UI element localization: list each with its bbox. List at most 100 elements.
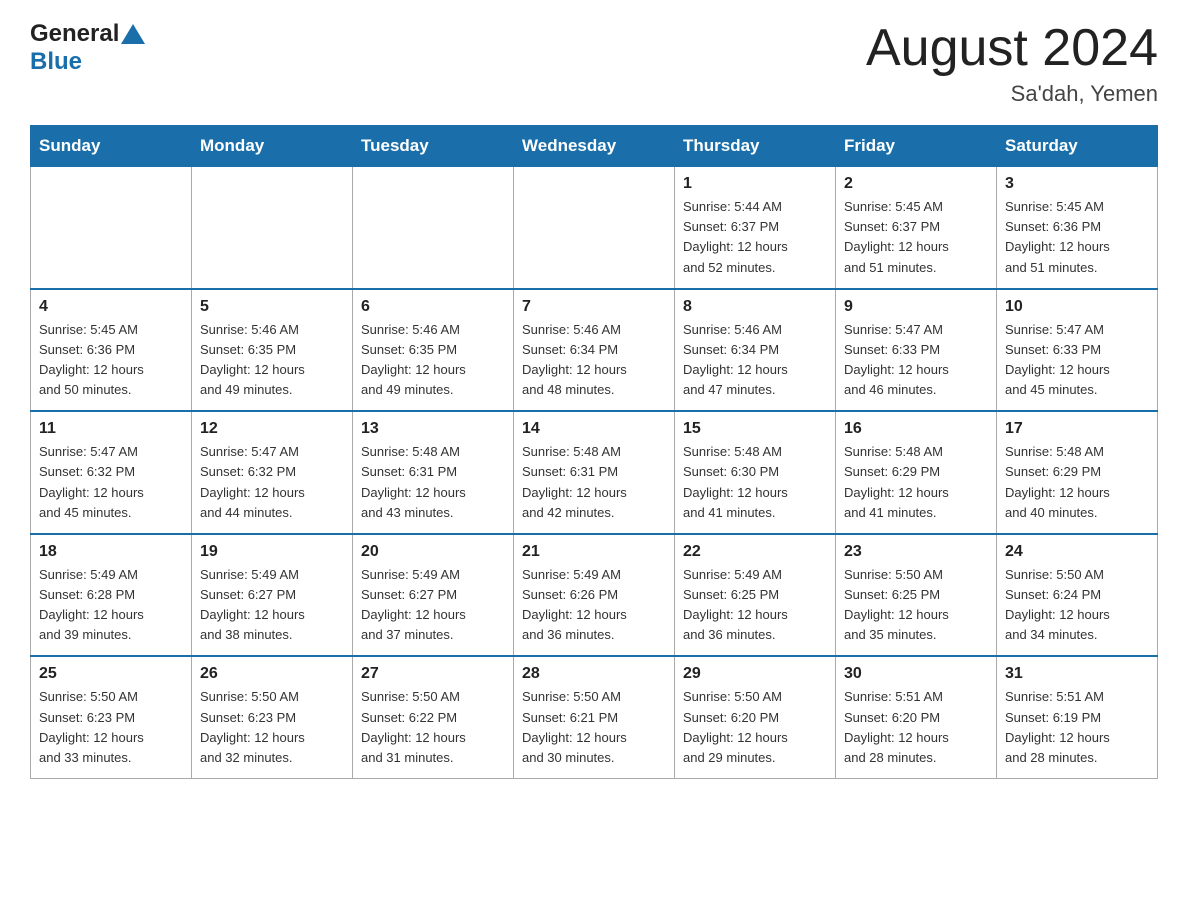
calendar-cell: 27 Sunrise: 5:50 AMSunset: 6:22 PMDayligh… xyxy=(353,656,514,778)
weekday-header-saturday: Saturday xyxy=(997,126,1158,167)
calendar-cell: 21Sunrise: 5:49 AMSunset: 6:26 PMDayligh… xyxy=(514,534,675,657)
day-number: 8 xyxy=(683,298,827,316)
day-number: 25 xyxy=(39,665,183,683)
day-number: 27 xyxy=(361,665,505,683)
day-number: 14 xyxy=(522,420,666,438)
day-info: Sunrise: 5:45 AMSunset: 6:37 PMDaylight:… xyxy=(844,197,988,278)
day-number: 20 xyxy=(361,543,505,561)
logo-blue-text: Blue xyxy=(30,48,82,76)
weekday-header-wednesday: Wednesday xyxy=(514,126,675,167)
day-info: Sunrise: 5:51 AMSunset: 6:19 PMDaylight:… xyxy=(1005,687,1149,768)
calendar-cell xyxy=(31,167,192,289)
calendar-cell: 2 Sunrise: 5:45 AMSunset: 6:37 PMDaylight… xyxy=(836,167,997,289)
calendar-cell: 26Sunrise: 5:50 AMSunset: 6:23 PMDayligh… xyxy=(192,656,353,778)
day-number: 6 xyxy=(361,298,505,316)
calendar-cell: 6 Sunrise: 5:46 AMSunset: 6:35 PMDaylight… xyxy=(353,289,514,412)
calendar-cell: 4Sunrise: 5:45 AMSunset: 6:36 PMDaylight… xyxy=(31,289,192,412)
day-number: 2 xyxy=(844,175,988,193)
day-info: Sunrise: 5:46 AMSunset: 6:34 PMDaylight:… xyxy=(683,320,827,401)
weekday-header-sunday: Sunday xyxy=(31,126,192,167)
day-info: Sunrise: 5:49 AMSunset: 6:28 PMDaylight:… xyxy=(39,565,183,646)
day-number: 31 xyxy=(1005,665,1149,683)
day-number: 23 xyxy=(844,543,988,561)
calendar-cell: 23 Sunrise: 5:50 AMSunset: 6:25 PMDayligh… xyxy=(836,534,997,657)
calendar-cell: 15Sunrise: 5:48 AMSunset: 6:30 PMDayligh… xyxy=(675,411,836,534)
day-number: 26 xyxy=(200,665,344,683)
day-info: Sunrise: 5:50 AMSunset: 6:21 PMDaylight:… xyxy=(522,687,666,768)
logo-general-text: General xyxy=(30,20,119,48)
logo: General Blue xyxy=(30,20,147,76)
calendar-cell: 18Sunrise: 5:49 AMSunset: 6:28 PMDayligh… xyxy=(31,534,192,657)
page-header: General Blue August 2024 Sa'dah, Yemen xyxy=(30,20,1158,107)
calendar-cell: 3 Sunrise: 5:45 AMSunset: 6:36 PMDaylight… xyxy=(997,167,1158,289)
day-info: Sunrise: 5:50 AMSunset: 6:25 PMDaylight:… xyxy=(844,565,988,646)
day-number: 1 xyxy=(683,175,827,193)
day-info: Sunrise: 5:49 AMSunset: 6:27 PMDaylight:… xyxy=(361,565,505,646)
day-info: Sunrise: 5:47 AMSunset: 6:32 PMDaylight:… xyxy=(200,442,344,523)
day-info: Sunrise: 5:47 AMSunset: 6:32 PMDaylight:… xyxy=(39,442,183,523)
calendar-cell: 14 Sunrise: 5:48 AMSunset: 6:31 PMDayligh… xyxy=(514,411,675,534)
day-number: 29 xyxy=(683,665,827,683)
location-text: Sa'dah, Yemen xyxy=(866,81,1158,107)
calendar-cell: 19Sunrise: 5:49 AMSunset: 6:27 PMDayligh… xyxy=(192,534,353,657)
weekday-header-thursday: Thursday xyxy=(675,126,836,167)
day-info: Sunrise: 5:46 AMSunset: 6:35 PMDaylight:… xyxy=(361,320,505,401)
calendar-cell: 5 Sunrise: 5:46 AMSunset: 6:35 PMDaylight… xyxy=(192,289,353,412)
calendar-cell xyxy=(353,167,514,289)
day-number: 12 xyxy=(200,420,344,438)
calendar-cell: 30 Sunrise: 5:51 AMSunset: 6:20 PMDayligh… xyxy=(836,656,997,778)
calendar-cell xyxy=(514,167,675,289)
day-number: 22 xyxy=(683,543,827,561)
calendar-cell: 16 Sunrise: 5:48 AMSunset: 6:29 PMDayligh… xyxy=(836,411,997,534)
day-number: 30 xyxy=(844,665,988,683)
calendar-week-row: 18Sunrise: 5:49 AMSunset: 6:28 PMDayligh… xyxy=(31,534,1158,657)
day-info: Sunrise: 5:50 AMSunset: 6:24 PMDaylight:… xyxy=(1005,565,1149,646)
calendar-cell: 7 Sunrise: 5:46 AMSunset: 6:34 PMDaylight… xyxy=(514,289,675,412)
day-info: Sunrise: 5:46 AMSunset: 6:34 PMDaylight:… xyxy=(522,320,666,401)
day-number: 4 xyxy=(39,298,183,316)
day-info: Sunrise: 5:45 AMSunset: 6:36 PMDaylight:… xyxy=(1005,197,1149,278)
calendar-cell: 31 Sunrise: 5:51 AMSunset: 6:19 PMDayligh… xyxy=(997,656,1158,778)
day-number: 5 xyxy=(200,298,344,316)
day-number: 16 xyxy=(844,420,988,438)
day-info: Sunrise: 5:48 AMSunset: 6:31 PMDaylight:… xyxy=(522,442,666,523)
calendar-week-row: 11Sunrise: 5:47 AMSunset: 6:32 PMDayligh… xyxy=(31,411,1158,534)
calendar-cell: 17 Sunrise: 5:48 AMSunset: 6:29 PMDayligh… xyxy=(997,411,1158,534)
calendar-table: SundayMondayTuesdayWednesdayThursdayFrid… xyxy=(30,125,1158,779)
calendar-cell: 29 Sunrise: 5:50 AMSunset: 6:20 PMDayligh… xyxy=(675,656,836,778)
calendar-week-row: 4Sunrise: 5:45 AMSunset: 6:36 PMDaylight… xyxy=(31,289,1158,412)
day-number: 28 xyxy=(522,665,666,683)
calendar-cell: 1 Sunrise: 5:44 AMSunset: 6:37 PMDaylight… xyxy=(675,167,836,289)
calendar-cell: 20 Sunrise: 5:49 AMSunset: 6:27 PMDayligh… xyxy=(353,534,514,657)
day-info: Sunrise: 5:50 AMSunset: 6:23 PMDaylight:… xyxy=(39,687,183,768)
day-number: 24 xyxy=(1005,543,1149,561)
day-info: Sunrise: 5:47 AMSunset: 6:33 PMDaylight:… xyxy=(844,320,988,401)
calendar-cell: 10 Sunrise: 5:47 AMSunset: 6:33 PMDayligh… xyxy=(997,289,1158,412)
day-info: Sunrise: 5:47 AMSunset: 6:33 PMDaylight:… xyxy=(1005,320,1149,401)
day-info: Sunrise: 5:50 AMSunset: 6:22 PMDaylight:… xyxy=(361,687,505,768)
weekday-header-tuesday: Tuesday xyxy=(353,126,514,167)
calendar-cell: 25 Sunrise: 5:50 AMSunset: 6:23 PMDayligh… xyxy=(31,656,192,778)
day-number: 17 xyxy=(1005,420,1149,438)
calendar-cell: 22Sunrise: 5:49 AMSunset: 6:25 PMDayligh… xyxy=(675,534,836,657)
day-info: Sunrise: 5:48 AMSunset: 6:30 PMDaylight:… xyxy=(683,442,827,523)
day-info: Sunrise: 5:48 AMSunset: 6:29 PMDaylight:… xyxy=(844,442,988,523)
day-info: Sunrise: 5:48 AMSunset: 6:29 PMDaylight:… xyxy=(1005,442,1149,523)
day-info: Sunrise: 5:51 AMSunset: 6:20 PMDaylight:… xyxy=(844,687,988,768)
day-number: 13 xyxy=(361,420,505,438)
calendar-cell: 13Sunrise: 5:48 AMSunset: 6:31 PMDayligh… xyxy=(353,411,514,534)
weekday-header-friday: Friday xyxy=(836,126,997,167)
day-number: 10 xyxy=(1005,298,1149,316)
day-info: Sunrise: 5:46 AMSunset: 6:35 PMDaylight:… xyxy=(200,320,344,401)
calendar-week-row: 1 Sunrise: 5:44 AMSunset: 6:37 PMDaylight… xyxy=(31,167,1158,289)
calendar-cell xyxy=(192,167,353,289)
day-number: 7 xyxy=(522,298,666,316)
day-number: 3 xyxy=(1005,175,1149,193)
calendar-cell: 24 Sunrise: 5:50 AMSunset: 6:24 PMDayligh… xyxy=(997,534,1158,657)
day-info: Sunrise: 5:50 AMSunset: 6:20 PMDaylight:… xyxy=(683,687,827,768)
day-number: 21 xyxy=(522,543,666,561)
day-info: Sunrise: 5:44 AMSunset: 6:37 PMDaylight:… xyxy=(683,197,827,278)
logo-triangle-icon xyxy=(121,24,145,44)
calendar-cell: 9Sunrise: 5:47 AMSunset: 6:33 PMDaylight… xyxy=(836,289,997,412)
weekday-header-row: SundayMondayTuesdayWednesdayThursdayFrid… xyxy=(31,126,1158,167)
